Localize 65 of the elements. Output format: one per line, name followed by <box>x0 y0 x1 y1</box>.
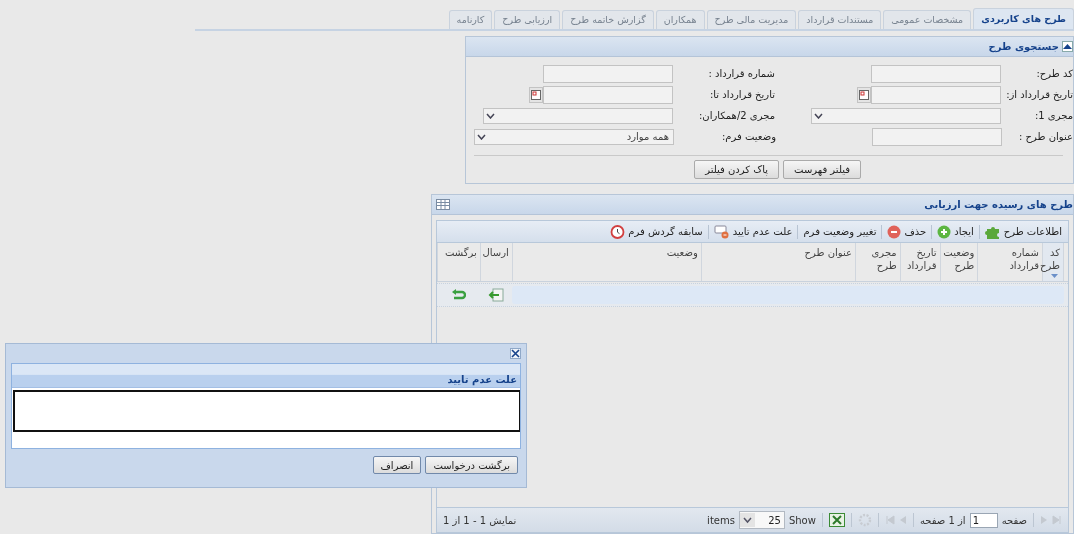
toolbar-button[interactable]: ایجاد <box>935 224 976 239</box>
caret-icon[interactable] <box>485 112 495 119</box>
field-label: تاریخ قرارداد تا: <box>708 89 775 100</box>
dialog-button[interactable]: برگشت درخواست <box>425 456 518 474</box>
dialog-button[interactable]: انصراف <box>372 456 422 474</box>
page-label: صفحه <box>1001 514 1027 526</box>
dropdown-field[interactable]: همه موارد <box>474 128 674 145</box>
caret-icon[interactable] <box>477 133 486 140</box>
panel-title: طرح های رسیده جهت ارزیابی <box>924 199 1073 210</box>
return-arrow-icon[interactable] <box>450 288 466 302</box>
delete-icon <box>887 224 902 239</box>
column-header[interactable]: وضعیت <box>511 243 701 281</box>
section-title: علت عدم تایید <box>447 374 517 385</box>
panel-title: جستجوی طرح <box>988 41 1059 52</box>
text-field[interactable] <box>871 127 1002 146</box>
caret-icon[interactable] <box>739 513 755 527</box>
column-header[interactable]: مجری طرح <box>854 243 900 281</box>
reason-text-area[interactable] <box>13 390 520 432</box>
spreadsheet-icon[interactable] <box>828 513 845 527</box>
toolbar-button[interactable]: اطلاعات طرح <box>982 224 1064 239</box>
field-label: مجری 1: <box>1033 110 1073 121</box>
toolbar-button[interactable]: حذف <box>885 224 929 239</box>
caret-icon[interactable] <box>814 112 824 119</box>
show-label: Show <box>788 514 816 526</box>
filter-button[interactable]: فیلتر فهرست <box>783 160 861 179</box>
dropdown-field[interactable] <box>482 107 673 124</box>
send-icon[interactable] <box>487 288 504 302</box>
column-header[interactable]: برگشت <box>437 243 480 281</box>
text-field[interactable] <box>871 64 1002 83</box>
column-header[interactable]: وضعیت طرح <box>939 243 978 281</box>
column-header[interactable]: ارسال <box>479 243 512 281</box>
dropdown-field[interactable] <box>811 107 1002 124</box>
tab[interactable]: طرح های کاربردی <box>973 8 1074 29</box>
add-icon <box>937 224 952 239</box>
column-header[interactable]: کد طرح <box>1042 243 1064 281</box>
grid-icon[interactable] <box>436 199 450 210</box>
text-field[interactable] <box>542 64 673 83</box>
calendar-icon[interactable] <box>857 86 872 103</box>
date-field[interactable] <box>871 85 1002 104</box>
clock-icon <box>610 224 626 239</box>
page-field[interactable]: 1 <box>969 512 998 528</box>
filter-button[interactable]: پاک کردن فیلتر <box>694 160 780 179</box>
toolbar-button[interactable]: سابقه گردش فرم <box>608 224 705 239</box>
column-header[interactable]: عنوان طرح <box>700 243 855 281</box>
column-header[interactable]: شماره قرارداد <box>977 243 1042 281</box>
comment-icon <box>713 224 730 239</box>
toolbar-button[interactable]: تغییر وضعیت فرم <box>801 226 879 237</box>
page-size-dropdown[interactable]: 25 <box>738 511 785 529</box>
field-label: تاریخ قرارداد از: <box>1005 89 1073 100</box>
field-label: شماره قرارداد : <box>707 68 775 79</box>
puzzle-icon <box>984 224 1001 239</box>
field-label: مجری 2/همکاران: <box>697 110 775 121</box>
calendar-icon[interactable] <box>528 86 543 103</box>
column-header[interactable]: تاریخ قرارداد <box>899 243 940 281</box>
collapse-icon[interactable] <box>1062 41 1073 52</box>
items-label: items <box>707 514 735 526</box>
field-label: وضعیت فرم: <box>720 131 776 142</box>
page-count: از 1 صفحه <box>919 514 966 526</box>
date-field[interactable] <box>542 85 673 104</box>
record-summary: نمایش 1 - 1 از 1 <box>443 514 517 526</box>
close-icon[interactable] <box>510 348 521 359</box>
field-label: عنوان طرح : <box>1018 131 1073 142</box>
sort-icon <box>1051 274 1058 278</box>
field-label: کد طرح: <box>1035 68 1073 79</box>
toolbar-button[interactable]: علت عدم تایید <box>711 224 795 239</box>
